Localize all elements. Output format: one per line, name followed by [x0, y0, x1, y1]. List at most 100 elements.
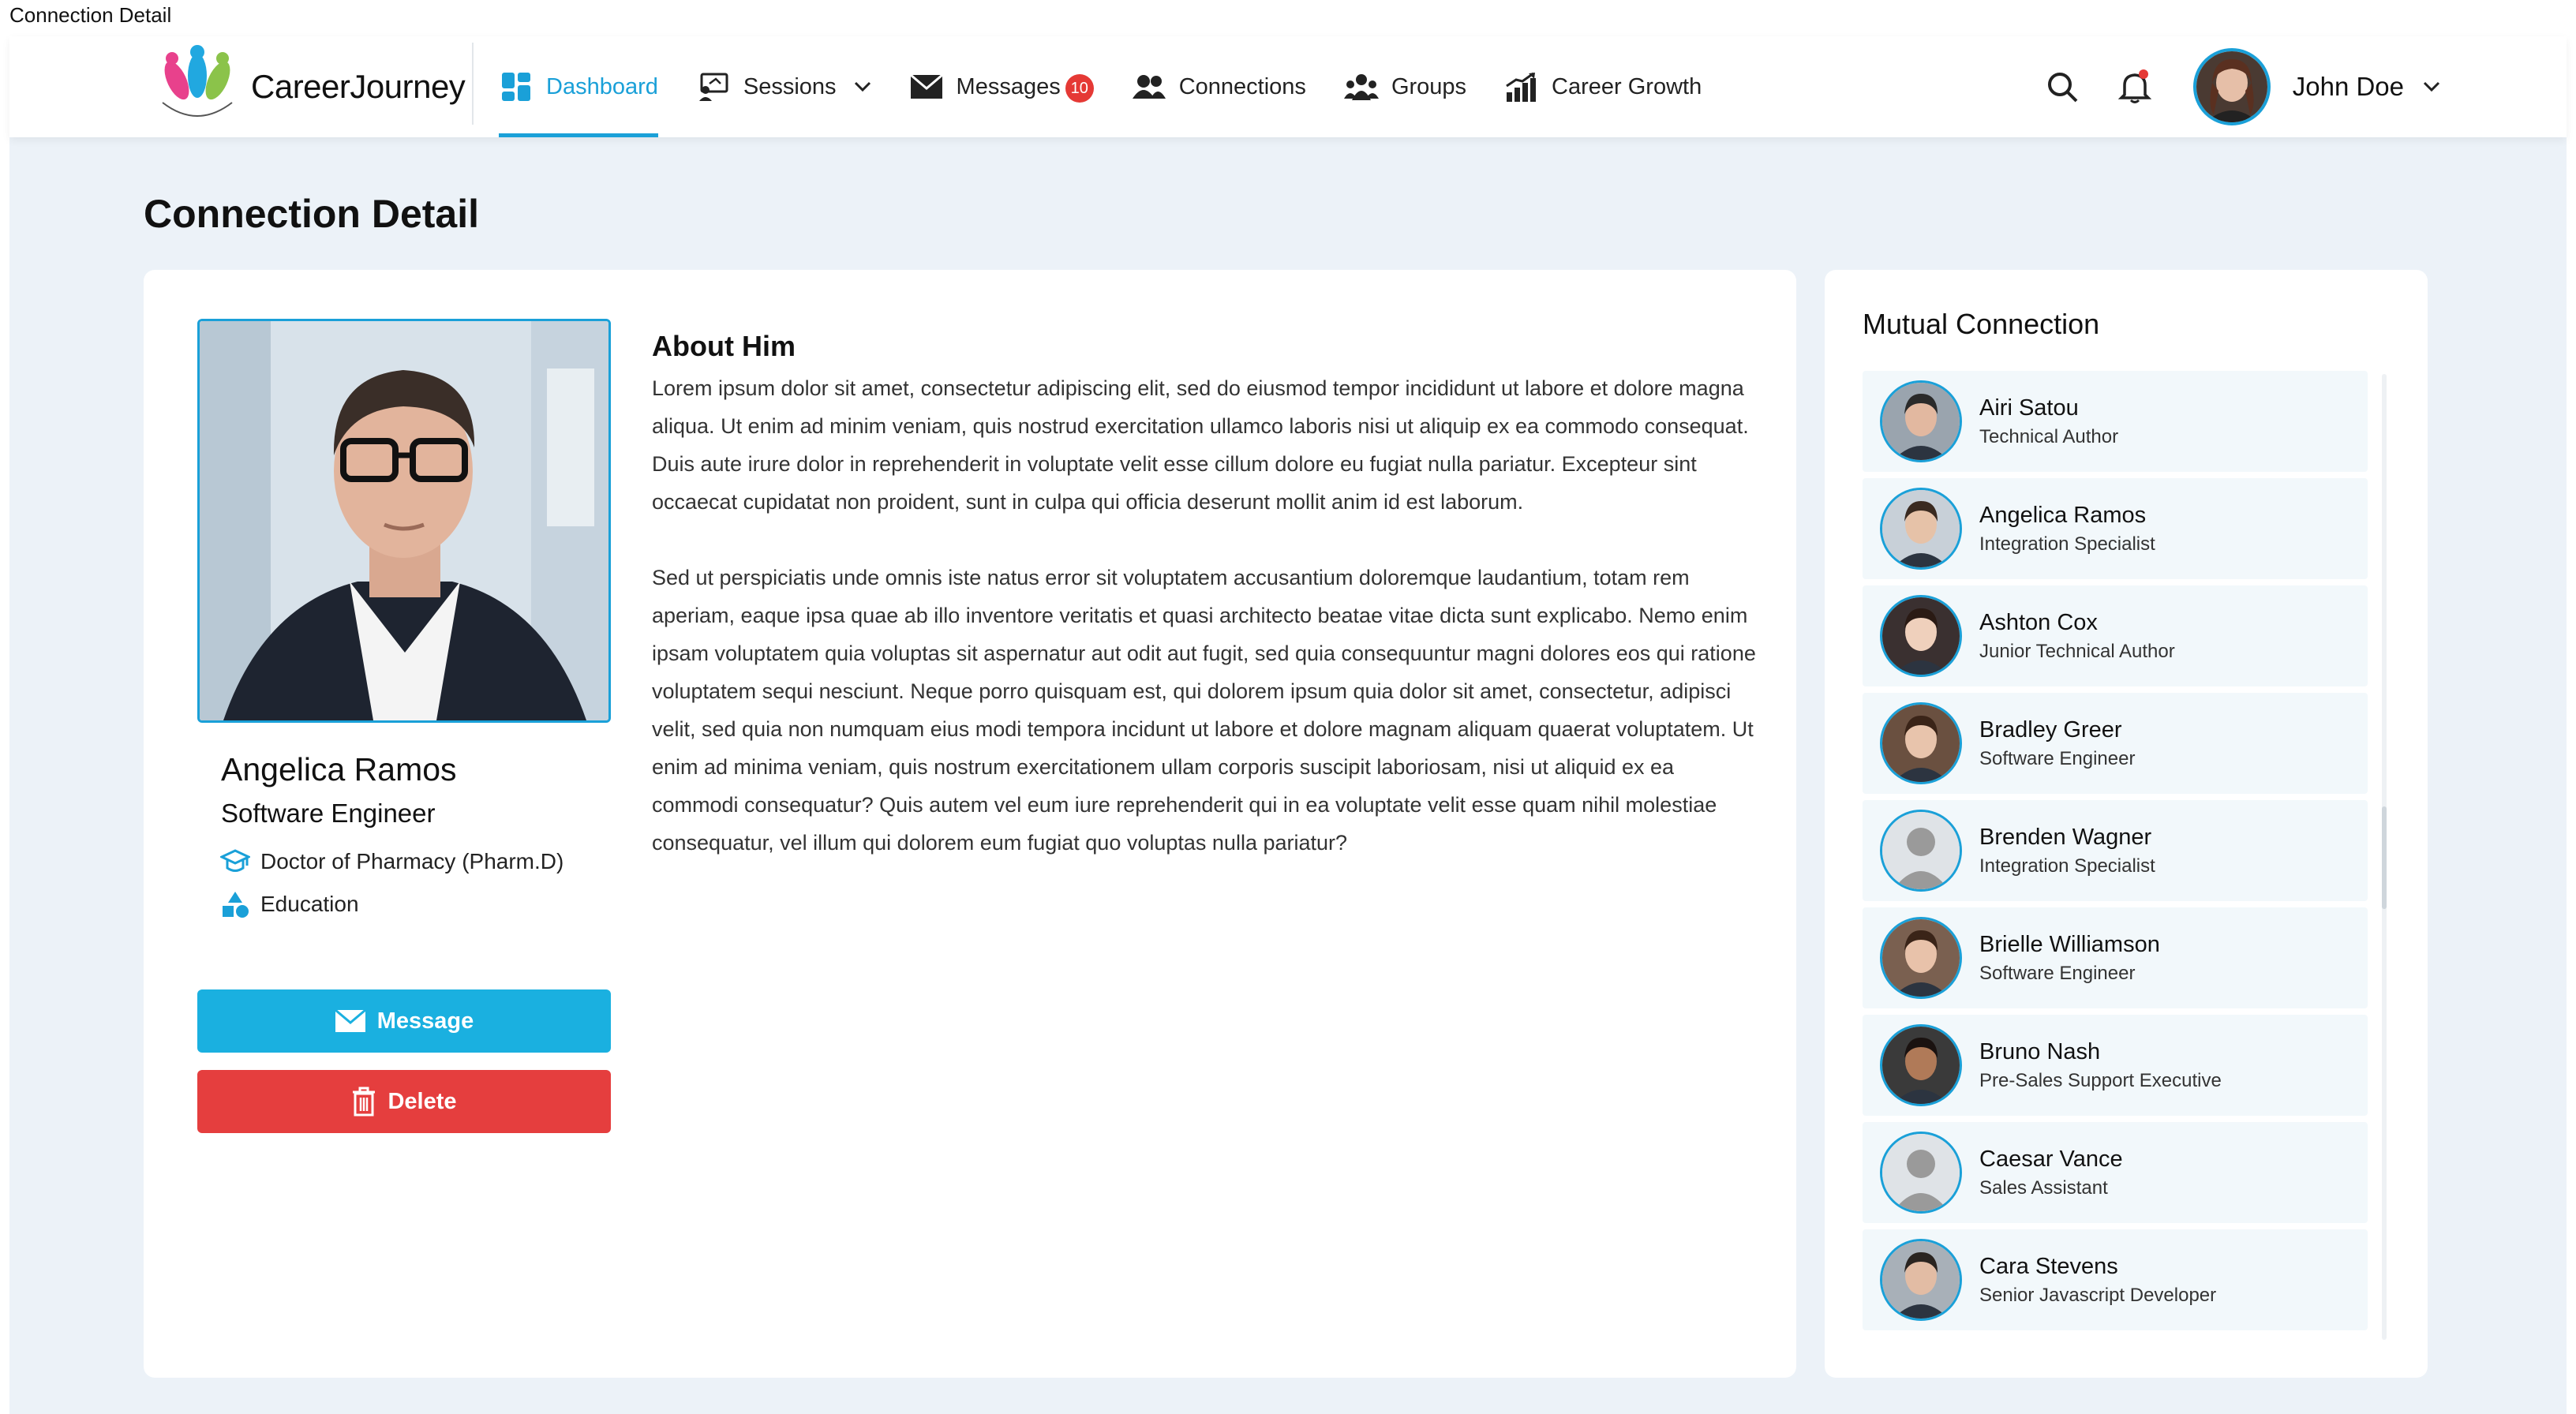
- profile-name: Angelica Ramos: [221, 751, 457, 787]
- mutual-connection-role: Junior Technical Author: [1979, 640, 2175, 662]
- chevron-down-icon[interactable]: [854, 81, 871, 92]
- nav-sessions-label: Sessions: [743, 73, 837, 99]
- mutual-connection-name: Caesar Vance: [1979, 1146, 2123, 1172]
- main-nav: Dashboard Sessions Messages 10 Connectio…: [499, 36, 1739, 137]
- mutual-connection-item[interactable]: Bruno Nash Pre-Sales Support Executive: [1863, 1015, 2368, 1116]
- mutual-connection-item[interactable]: Angelica Ramos Integration Specialist: [1863, 478, 2368, 579]
- nav-dashboard[interactable]: Dashboard: [499, 36, 658, 137]
- trash-icon: [351, 1087, 376, 1117]
- profile-degree: Doctor of Pharmacy (Pharm.D): [219, 846, 564, 877]
- search-icon[interactable]: [2040, 65, 2084, 109]
- avatar: [1880, 1024, 1962, 1106]
- about-text: Lorem ipsum dolor sit amet, consectetur …: [652, 369, 1757, 900]
- nav-messages-label: Messages: [956, 73, 1061, 99]
- delete-button-label: Delete: [388, 1088, 457, 1114]
- messages-count-badge: 10: [1065, 74, 1094, 103]
- mutual-connection-name: Brenden Wagner: [1979, 824, 2152, 850]
- header-divider: [472, 43, 474, 125]
- notification-bell-icon[interactable]: [2113, 65, 2157, 109]
- groups-icon: [1343, 69, 1379, 104]
- avatar: [1880, 917, 1962, 999]
- mutual-connection-name: Ashton Cox: [1979, 609, 2098, 635]
- brand-logo[interactable]: CareerJourney: [148, 41, 466, 133]
- nav-messages[interactable]: Messages 10: [909, 36, 1094, 137]
- mutual-connection-text: Caesar Vance Sales Assistant: [1979, 1147, 2123, 1199]
- mutual-connection-text: Bruno Nash Pre-Sales Support Executive: [1979, 1039, 2222, 1092]
- avatar-placeholder-icon: [1880, 810, 1962, 892]
- mutual-connection-text: Airi Satou Technical Author: [1979, 395, 2118, 448]
- sessions-icon: [696, 69, 731, 104]
- mutual-connection-role: Senior Javascript Developer: [1979, 1284, 2217, 1306]
- shapes-icon: [219, 888, 251, 920]
- user-avatar[interactable]: [2192, 48, 2271, 125]
- nav-groups[interactable]: Groups: [1343, 36, 1467, 137]
- mutual-connection-name: Bradley Greer: [1979, 716, 2122, 743]
- avatar: [1880, 702, 1962, 784]
- message-button[interactable]: Message: [197, 989, 611, 1053]
- mutual-connection-item[interactable]: Brenden Wagner Integration Specialist: [1863, 800, 2368, 901]
- mutual-connections-list: Airi Satou Technical Author Angelica Ramos…: [1863, 371, 2368, 1337]
- mutual-connection-role: Technical Author: [1979, 425, 2119, 447]
- user-name[interactable]: John Doe: [2293, 72, 2404, 102]
- message-button-label: Message: [376, 1008, 474, 1034]
- nav-career-growth-label: Career Growth: [1552, 73, 1702, 99]
- window-title: Connection Detail: [9, 3, 172, 27]
- mutual-connection-role: Sales Assistant: [1979, 1176, 2108, 1199]
- nav-dashboard-label: Dashboard: [546, 73, 658, 99]
- avatar-placeholder-icon: [1880, 1132, 1962, 1214]
- header-actions: John Doe: [2040, 36, 2440, 137]
- mutual-connection-item[interactable]: Ashton Cox Junior Technical Author: [1863, 585, 2368, 686]
- mutual-connections-card: Mutual Connection Airi Satou Technical Au…: [1825, 270, 2428, 1378]
- nav-sessions[interactable]: Sessions: [696, 36, 871, 137]
- about-paragraph: Lorem ipsum dolor sit amet, consectetur …: [652, 376, 1749, 514]
- mutual-connection-item[interactable]: Cara Stevens Senior Javascript Developer: [1863, 1229, 2368, 1330]
- mutual-connection-item[interactable]: Caesar Vance Sales Assistant: [1863, 1122, 2368, 1223]
- avatar: [1880, 595, 1962, 677]
- growth-chart-icon: [1504, 69, 1539, 104]
- connections-icon: [1132, 69, 1166, 104]
- delete-button[interactable]: Delete: [197, 1070, 611, 1133]
- mutual-connection-text: Brenden Wagner Integration Specialist: [1979, 825, 2155, 877]
- profile-degree-label: Doctor of Pharmacy (Pharm.D): [260, 849, 564, 873]
- chevron-down-icon[interactable]: [2423, 81, 2440, 92]
- about-paragraph: Sed ut perspiciatis unde omnis iste natu…: [652, 566, 1756, 855]
- mutual-connection-name: Brielle Williamson: [1979, 931, 2160, 957]
- nav-groups-label: Groups: [1391, 73, 1467, 99]
- mutual-connection-text: Angelica Ramos Integration Specialist: [1979, 503, 2155, 556]
- mutual-connection-role: Integration Specialist: [1979, 855, 2155, 877]
- nav-connections[interactable]: Connections: [1132, 36, 1306, 137]
- mutual-connection-role: Pre-Sales Support Executive: [1979, 1069, 2222, 1091]
- mutual-connection-text: Ashton Cox Junior Technical Author: [1979, 610, 2175, 663]
- graduation-cap-icon: [219, 846, 251, 877]
- app: CareerJourney Dashboard Sessions Message…: [9, 36, 2567, 1414]
- avatar: [1880, 1239, 1962, 1321]
- dashboard-icon: [499, 69, 534, 104]
- connection-detail-card: Angelica Ramos Software Engineer Doctor …: [144, 270, 1796, 1378]
- mutual-connection-name: Cara Stevens: [1979, 1253, 2118, 1279]
- nav-connections-label: Connections: [1178, 73, 1306, 99]
- about-title: About Him: [652, 330, 796, 362]
- mutual-connection-item[interactable]: Bradley Greer Software Engineer: [1863, 693, 2368, 794]
- profile-role: Software Engineer: [221, 799, 436, 828]
- logo-icon: [162, 45, 233, 117]
- nav-career-growth[interactable]: Career Growth: [1504, 36, 1702, 137]
- mail-icon: [334, 1009, 366, 1033]
- mutual-connection-role: Software Engineer: [1979, 962, 2136, 984]
- mutual-connection-role: Software Engineer: [1979, 747, 2136, 769]
- top-header: CareerJourney Dashboard Sessions Message…: [9, 36, 2567, 137]
- mutual-connection-item[interactable]: Brielle Williamson Software Engineer: [1863, 907, 2368, 1008]
- page-title: Connection Detail: [144, 192, 480, 236]
- mutual-connection-name: Airi Satou: [1979, 395, 2079, 421]
- brand-name: CareerJourney: [251, 68, 466, 105]
- profile-photo: [197, 319, 611, 723]
- mutual-connection-name: Angelica Ramos: [1979, 502, 2147, 528]
- mutual-connection-text: Bradley Greer Software Engineer: [1979, 717, 2135, 770]
- profile-field: Education: [219, 888, 359, 920]
- list-scrollbar[interactable]: [2382, 374, 2387, 1340]
- mutual-connection-item[interactable]: Airi Satou Technical Author: [1863, 371, 2368, 472]
- avatar: [1880, 380, 1962, 462]
- mutual-connection-name: Bruno Nash: [1979, 1038, 2101, 1064]
- scrollbar-thumb[interactable]: [2382, 806, 2387, 909]
- mutual-connection-text: Brielle Williamson Software Engineer: [1979, 932, 2160, 985]
- avatar: [1880, 488, 1962, 570]
